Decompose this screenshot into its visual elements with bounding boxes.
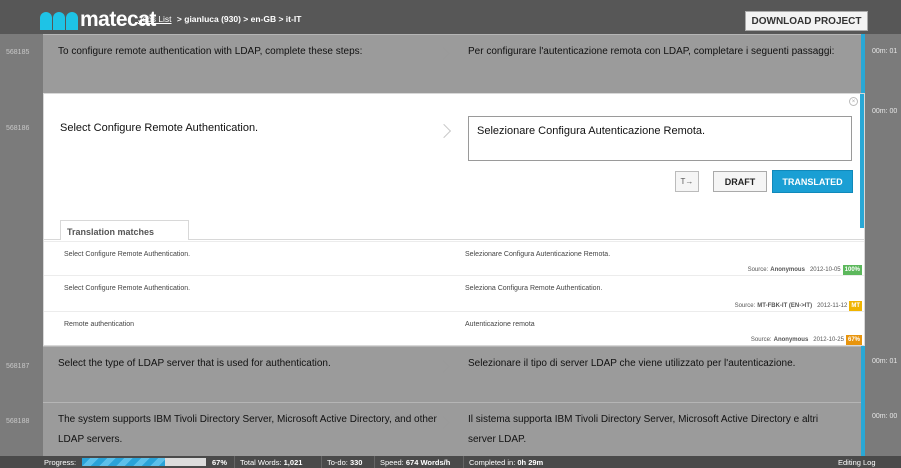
match-source: Select Configure Remote Authentication. bbox=[64, 251, 191, 258]
segment-target[interactable]: Selezionare il tipo di server LDAP che v… bbox=[468, 354, 795, 374]
breadcrumb: Jobs List > gianluca (930) > en-GB > it-… bbox=[138, 14, 301, 24]
match-target: Seleziona Configura Remote Authenticatio… bbox=[465, 285, 603, 292]
jobs-list-link[interactable]: Jobs List bbox=[138, 14, 172, 24]
segment-id: 568187 bbox=[6, 363, 30, 370]
match-score-badge: 67% bbox=[845, 335, 862, 345]
segment-row[interactable]: 568188 The system supports IBM Tivoli Di… bbox=[0, 402, 901, 456]
segment-source: Select the type of LDAP server that is u… bbox=[58, 358, 331, 369]
match-date: 2012-10-05 bbox=[809, 267, 841, 273]
tag-projection-button[interactable]: T→ bbox=[675, 171, 699, 192]
chevron-right-icon bbox=[442, 360, 448, 374]
segment-id: 568185 bbox=[6, 49, 30, 56]
segment-status-bar bbox=[860, 94, 864, 228]
segment-time: 00m: 01 bbox=[872, 358, 898, 365]
match-source: Remote authentication bbox=[64, 321, 135, 328]
match-meta: Source: MT-FBK-IT (EN->IT) 2012-11-12 MT bbox=[735, 301, 862, 311]
total-words: Total Words: 1,021 bbox=[240, 458, 303, 467]
target-editor-field[interactable]: Selezionare Configura Autenticazione Rem… bbox=[468, 116, 852, 161]
top-bar: matecat Jobs List > gianluca (930) > en-… bbox=[0, 0, 901, 34]
segment-target-line[interactable]: Il sistema supporta IBM Tivoli Directory… bbox=[468, 410, 818, 430]
todo-count: To-do: 330 bbox=[327, 458, 363, 467]
match-row[interactable]: Select Configure Remote Authentication. … bbox=[44, 275, 864, 311]
logo-icon bbox=[40, 10, 78, 30]
speed: Speed: 674 Words/h bbox=[380, 458, 451, 467]
match-source-prefix: Source: bbox=[734, 303, 756, 309]
match-source-prefix: Source: bbox=[747, 267, 769, 273]
draft-button[interactable]: DRAFT bbox=[713, 171, 767, 192]
chevron-right-icon bbox=[442, 47, 448, 61]
segment-source: To configure remote authentication with … bbox=[58, 46, 363, 57]
segment-editor: × Select Configure Remote Authentication… bbox=[43, 93, 865, 346]
match-source-prefix: Source: bbox=[750, 337, 772, 343]
segment-status-bar bbox=[861, 34, 865, 93]
segment-id: 568186 bbox=[6, 125, 30, 132]
segment-target[interactable]: Per configurare l'autenticazione remota … bbox=[468, 42, 834, 62]
editor-source-text: Select Configure Remote Authentication. bbox=[60, 122, 259, 134]
segment-status-bar bbox=[861, 402, 865, 456]
segment-time: 00m: 00 bbox=[872, 413, 898, 420]
chevron-right-icon bbox=[442, 416, 448, 430]
status-footer: Progress: 67% Total Words: 1,021 To-do: … bbox=[0, 456, 901, 468]
progress-percent: 67% bbox=[212, 458, 228, 467]
tab-translation-matches[interactable]: Translation matches bbox=[60, 220, 189, 240]
segment-source-line: LDAP servers. bbox=[58, 434, 123, 445]
download-project-button[interactable]: DOWNLOAD PROJECT bbox=[745, 11, 868, 31]
progress-bar bbox=[82, 458, 206, 466]
match-origin: MT-FBK-IT (EN->IT) bbox=[757, 303, 813, 309]
translated-button[interactable]: TRANSLATED bbox=[772, 170, 853, 193]
match-target: Selezionare Configura Autenticazione Rem… bbox=[465, 251, 611, 258]
match-origin: Anonymous bbox=[770, 267, 805, 273]
match-row[interactable]: Select Configure Remote Authentication. … bbox=[44, 241, 864, 275]
segment-status-bar bbox=[861, 346, 865, 402]
segment-target-line[interactable]: server LDAP. bbox=[468, 430, 526, 450]
match-score-badge: MT bbox=[849, 301, 862, 311]
match-meta: Source: Anonymous 2012-10-05 100% bbox=[748, 265, 862, 275]
progress-fill bbox=[82, 458, 166, 466]
completed-in: Completed in: 0h 29m bbox=[469, 458, 544, 467]
close-icon[interactable]: × bbox=[849, 97, 858, 106]
segment-id: 568188 bbox=[6, 418, 30, 425]
match-date: 2012-10-25 bbox=[813, 337, 844, 343]
segment-row[interactable]: 568187 Select the type of LDAP server th… bbox=[0, 346, 901, 402]
segment-time: 00m: 01 bbox=[872, 48, 898, 55]
chevron-right-icon bbox=[442, 124, 448, 138]
match-origin: Anonymous bbox=[773, 337, 809, 343]
segment-row[interactable]: 568185 To configure remote authenticatio… bbox=[0, 34, 901, 93]
segment-time: 00m: 00 bbox=[872, 108, 898, 115]
match-target: Autenticazione remota bbox=[465, 321, 535, 328]
progress-label: Progress: bbox=[44, 458, 77, 467]
match-score-badge: 100% bbox=[842, 265, 862, 275]
breadcrumb-path: > gianluca (930) > en-GB > it-IT bbox=[176, 14, 302, 24]
editing-log-link[interactable]: Editing Log bbox=[838, 458, 876, 467]
match-date: 2012-11-12 bbox=[817, 303, 848, 309]
match-source: Select Configure Remote Authentication. bbox=[64, 285, 191, 292]
segment-source-line: The system supports IBM Tivoli Directory… bbox=[58, 414, 437, 425]
match-meta: Source: Anonymous 2012-10-25 67% bbox=[751, 335, 862, 345]
match-row[interactable]: Remote authentication Autenticazione rem… bbox=[44, 311, 864, 345]
